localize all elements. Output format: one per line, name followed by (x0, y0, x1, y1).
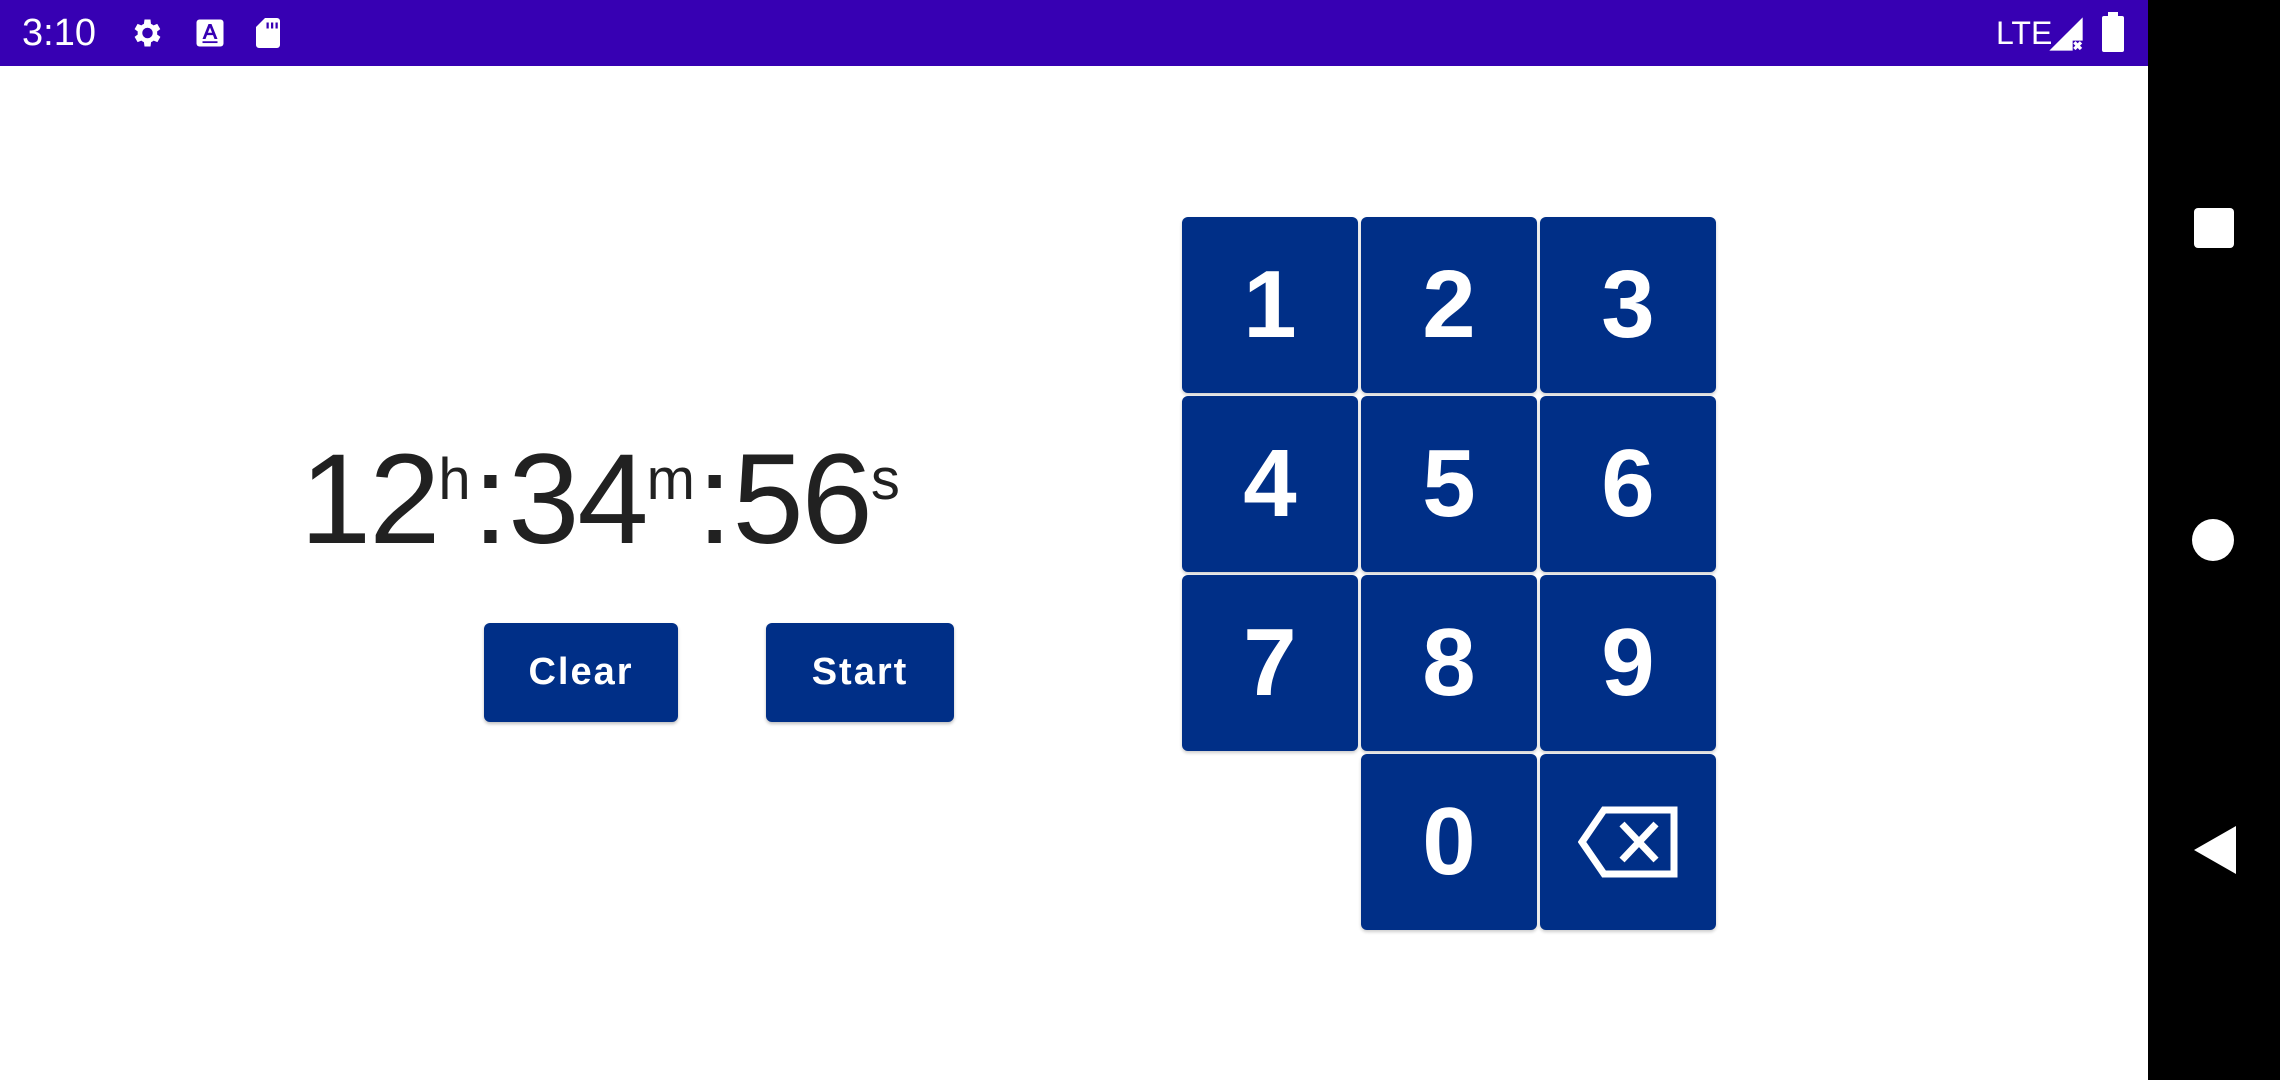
recents-icon[interactable] (2194, 208, 2234, 248)
keypad-key-2[interactable]: 2 (1361, 217, 1537, 393)
timer-hours-unit: h (438, 447, 471, 512)
navigation-bar (2148, 0, 2280, 1080)
clear-button[interactable]: Clear (484, 623, 678, 722)
keypad-key-6[interactable]: 6 (1540, 396, 1716, 572)
back-icon[interactable] (2194, 826, 2236, 874)
keypad-key-1[interactable]: 1 (1182, 217, 1358, 393)
backspace-icon (1578, 806, 1678, 878)
timer-minutes: 34 (508, 428, 648, 571)
keypad-key-0[interactable]: 0 (1361, 754, 1537, 930)
keypad-key-3[interactable]: 3 (1540, 217, 1716, 393)
status-time: 3:10 (22, 12, 96, 54)
keypad-key-4[interactable]: 4 (1182, 396, 1358, 572)
status-bar: 3:10 LTE (0, 0, 2148, 66)
timer-seconds: 56 (732, 428, 872, 571)
keypad-key-5[interactable]: 5 (1361, 396, 1537, 572)
timer-separator: : (696, 428, 733, 571)
keypad-key-9[interactable]: 9 (1540, 575, 1716, 751)
timer-minutes-unit: m (646, 447, 695, 512)
timer-seconds-unit: s (870, 447, 900, 512)
signal-icon (2049, 17, 2083, 51)
battery-icon (2102, 12, 2124, 52)
start-button[interactable]: Start (766, 623, 954, 722)
timer-hours: 12 (300, 428, 440, 571)
keypad-key-8[interactable]: 8 (1361, 575, 1537, 751)
settings-icon (134, 19, 161, 47)
delete-button[interactable] (1540, 754, 1716, 930)
timer-display: 12h:34m:56s (300, 428, 900, 571)
home-icon[interactable] (2192, 519, 2234, 561)
network-type: LTE (1996, 15, 2053, 51)
text-a-icon (196, 19, 224, 47)
keypad-key-7[interactable]: 7 (1182, 575, 1358, 751)
sd-card-icon (256, 18, 280, 48)
timer-separator: : (472, 428, 509, 571)
